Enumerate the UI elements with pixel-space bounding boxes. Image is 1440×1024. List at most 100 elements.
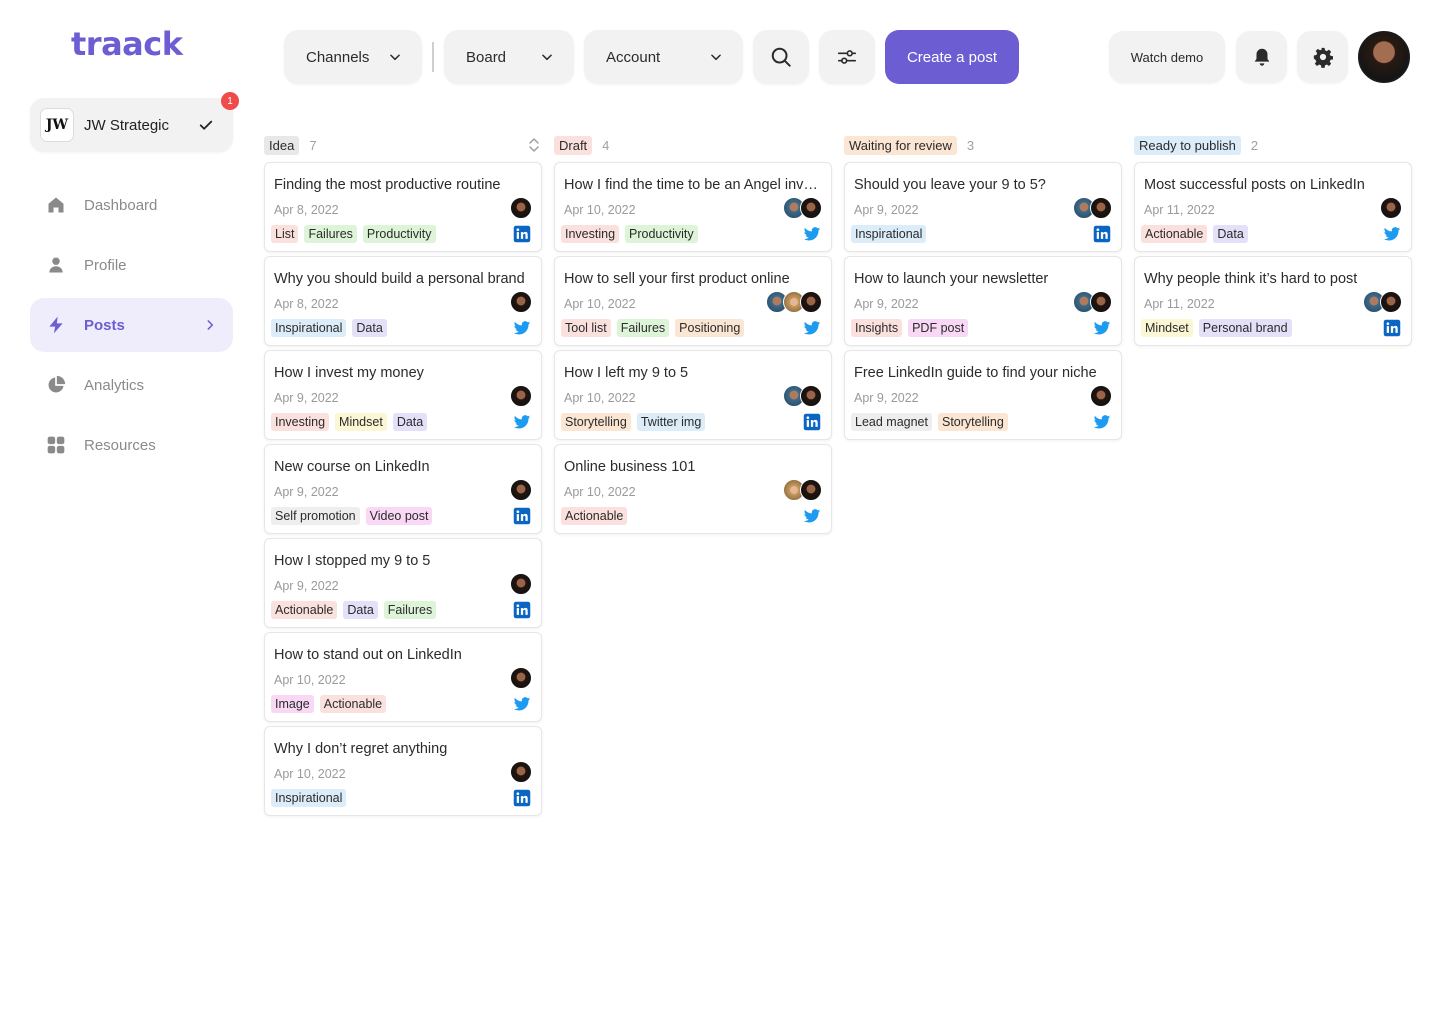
post-card[interactable]: Why I don’t regret anything Apr 10, 2022 I… — [264, 726, 542, 816]
post-tags: Investing Mindset Data — [271, 413, 433, 431]
post-card[interactable]: Free LinkedIn guide to find your niche Ap… — [844, 350, 1122, 440]
bell-icon — [1254, 48, 1269, 66]
workspace-switcher[interactable]: JW JW Strategic 1 — [30, 92, 239, 152]
tag-chip[interactable]: Investing — [561, 225, 620, 243]
tag-chip[interactable]: Inspirational — [271, 319, 347, 337]
tag-chip[interactable]: Investing — [271, 413, 330, 431]
post-card[interactable]: Finding the most productive routine Apr 8… — [264, 162, 542, 252]
sidebar-item-label: Profile — [84, 256, 127, 274]
post-card[interactable]: How I left my 9 to 5 Apr 10, 2022 Storytel… — [554, 350, 832, 440]
sidebar-item-posts[interactable]: Posts — [30, 298, 233, 352]
tag-chip[interactable]: PDF post — [908, 319, 969, 337]
tag-chip[interactable]: Lead magnet — [851, 413, 932, 431]
column-header: Idea 7 — [264, 134, 542, 156]
tag-chip[interactable]: Inspirational — [271, 789, 347, 807]
tag-chip[interactable]: Storytelling — [937, 413, 1008, 431]
post-date: Apr 11, 2022 — [1144, 297, 1215, 311]
post-card[interactable]: Why you should build a personal brand Apr… — [264, 256, 542, 346]
sort-icon[interactable] — [528, 137, 540, 153]
tag-chip[interactable]: Productivity — [362, 225, 436, 243]
tag-chip[interactable]: Actionable — [319, 695, 387, 713]
assignee-avatars — [510, 385, 532, 407]
user-avatar[interactable] — [1358, 31, 1410, 83]
sidebar-item-analytics[interactable]: Analytics — [30, 358, 233, 412]
post-card[interactable]: How I stopped my 9 to 5 Apr 9, 2022 Action… — [264, 538, 542, 628]
app-logo[interactable]: traack — [71, 28, 183, 60]
tag-chip[interactable]: Data — [1213, 225, 1248, 243]
tag-chip[interactable]: List — [271, 225, 299, 243]
tag-chip[interactable]: Actionable — [561, 507, 628, 525]
search-button[interactable] — [753, 30, 809, 84]
tag-chip[interactable]: Mindset — [335, 413, 387, 431]
tag-chip[interactable]: Failures — [616, 319, 670, 337]
tag-chip[interactable]: Positioning — [675, 319, 745, 337]
assignee-avatars — [510, 291, 532, 313]
tag-chip[interactable]: Data — [352, 319, 387, 337]
post-tags: Mindset Personal brand — [1141, 319, 1298, 337]
post-title: Why people think it’s hard to post — [1144, 271, 1358, 287]
tag-chip[interactable]: Mindset — [1141, 319, 1193, 337]
filter-button[interactable] — [819, 30, 875, 84]
tag-chip[interactable]: Storytelling — [561, 413, 631, 431]
tag-chip[interactable]: Image — [271, 695, 314, 713]
view-dropdown[interactable]: Board — [444, 30, 574, 84]
user-icon — [46, 255, 66, 275]
tag-chip[interactable]: Productivity — [625, 225, 698, 243]
twitter-icon — [513, 413, 531, 431]
tag-chip[interactable]: Failures — [383, 601, 437, 619]
post-title: Most successful posts on LinkedIn — [1144, 177, 1365, 193]
sidebar-item-dashboard[interactable]: Dashboard — [30, 178, 233, 232]
post-date: Apr 10, 2022 — [564, 203, 636, 217]
assignee-avatar — [510, 479, 532, 501]
assignee-avatars — [1090, 385, 1112, 407]
twitter-icon — [803, 319, 821, 337]
sidebar-item-profile[interactable]: Profile — [30, 238, 233, 292]
post-card[interactable]: How I find the time to be an Angel inves… — [554, 162, 832, 252]
post-tags: Image Actionable — [271, 695, 392, 713]
tag-chip[interactable]: Actionable — [1141, 225, 1208, 243]
bolt-icon — [46, 315, 66, 335]
assignee-avatar — [510, 385, 532, 407]
post-card[interactable]: Online business 101 Apr 10, 2022 Actionabl… — [554, 444, 832, 534]
chevron-down-icon — [711, 54, 721, 61]
tag-chip[interactable]: Twitter img — [636, 413, 706, 431]
post-tags: Self promotion Video post — [271, 507, 438, 525]
grid-icon — [46, 435, 66, 455]
account-dropdown-label: Account — [606, 48, 661, 66]
twitter-icon — [803, 507, 821, 525]
post-card[interactable]: New course on LinkedIn Apr 9, 2022 Self pr… — [264, 444, 542, 534]
post-card[interactable]: Should you leave your 9 to 5? Apr 9, 2022… — [844, 162, 1122, 252]
sidebar-item-resources[interactable]: Resources — [30, 418, 233, 472]
post-card[interactable]: How I invest my money Apr 9, 2022 Investin… — [264, 350, 542, 440]
settings-button[interactable] — [1297, 31, 1348, 83]
notifications-button[interactable] — [1236, 31, 1287, 83]
post-date: Apr 9, 2022 — [274, 391, 339, 405]
tag-chip[interactable]: Insights — [851, 319, 903, 337]
watch-demo-button[interactable]: Watch demo — [1109, 31, 1225, 83]
tag-chip[interactable]: Personal brand — [1198, 319, 1292, 337]
post-card[interactable]: Why people think it’s hard to post Apr 11… — [1134, 256, 1412, 346]
account-dropdown[interactable]: Account — [584, 30, 743, 84]
tag-chip[interactable]: Data — [343, 601, 378, 619]
tag-chip[interactable]: Data — [392, 413, 428, 431]
post-tags: Tool list Failures Positioning — [561, 319, 750, 337]
tag-chip[interactable]: Self promotion — [271, 507, 360, 525]
tag-chip[interactable]: Inspirational — [851, 225, 927, 243]
tag-chip[interactable]: Actionable — [271, 601, 338, 619]
tag-chip[interactable]: Video post — [365, 507, 433, 525]
assignee-avatar — [1380, 197, 1402, 219]
tag-chip[interactable]: Failures — [304, 225, 357, 243]
create-post-button[interactable]: Create a post — [885, 30, 1019, 84]
post-tags: Storytelling Twitter img — [561, 413, 711, 431]
post-card[interactable]: How to launch your newsletter Apr 9, 2022… — [844, 256, 1122, 346]
post-card[interactable]: How to sell your first product online Apr… — [554, 256, 832, 346]
channels-dropdown[interactable]: Channels — [284, 30, 422, 84]
post-title: Finding the most productive routine — [274, 177, 501, 193]
column-status-badge: Draft — [554, 135, 593, 155]
post-tags: Inspirational Data — [271, 319, 393, 337]
post-date: Apr 10, 2022 — [274, 767, 346, 781]
post-card[interactable]: Most successful posts on LinkedIn Apr 11,… — [1134, 162, 1412, 252]
tag-chip[interactable]: Tool list — [561, 319, 611, 337]
assignee-avatars — [783, 197, 822, 219]
post-card[interactable]: How to stand out on LinkedIn Apr 10, 2022… — [264, 632, 542, 722]
